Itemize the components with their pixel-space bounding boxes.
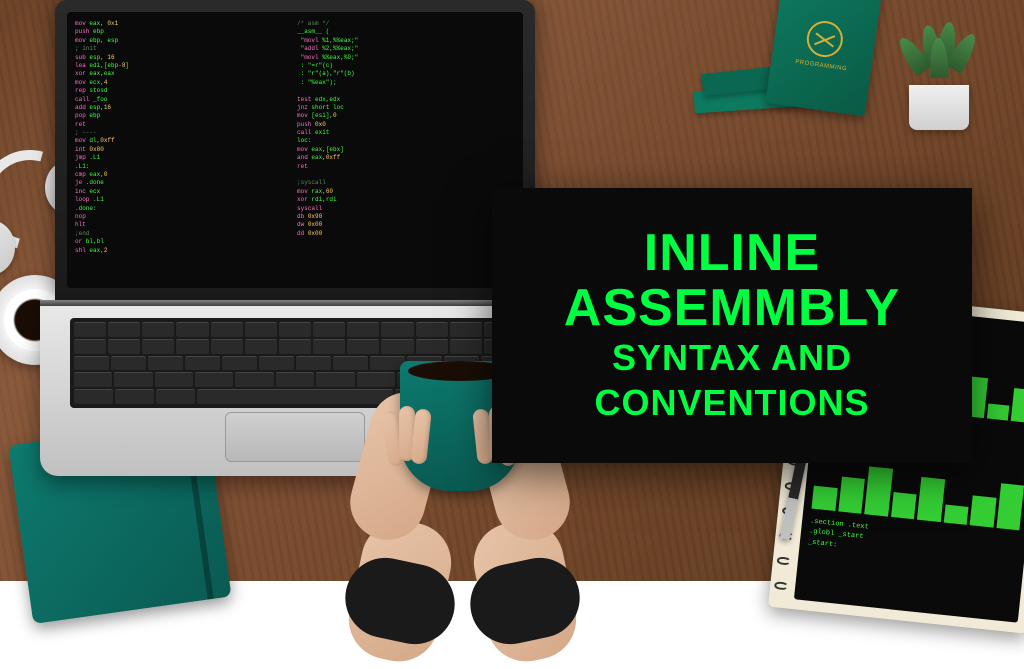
book-logo-icon (805, 19, 846, 60)
title-line-2: ASSEMMBLY (564, 281, 900, 336)
desk-scene: mov eax, 0x1 push ebp mov ebp, esp ; ini… (0, 0, 1024, 581)
title-line-1: INLINE (644, 226, 820, 281)
standing-book: PROGRAMMING (765, 0, 882, 116)
book-stack: PROGRAMMING (684, 30, 884, 130)
title-card: INLINE ASSEMMBLY SYNTAX AND CONVENTIONS (492, 188, 972, 463)
title-line-3: SYNTAX AND (612, 335, 852, 380)
laptop-screen-bezel: mov eax, 0x1 push ebp mov ebp, esp ; ini… (55, 0, 535, 300)
title-line-4: CONVENTIONS (594, 380, 869, 425)
laptop-screen-code: mov eax, 0x1 push ebp mov ebp, esp ; ini… (67, 12, 523, 288)
potted-plant (894, 30, 984, 130)
